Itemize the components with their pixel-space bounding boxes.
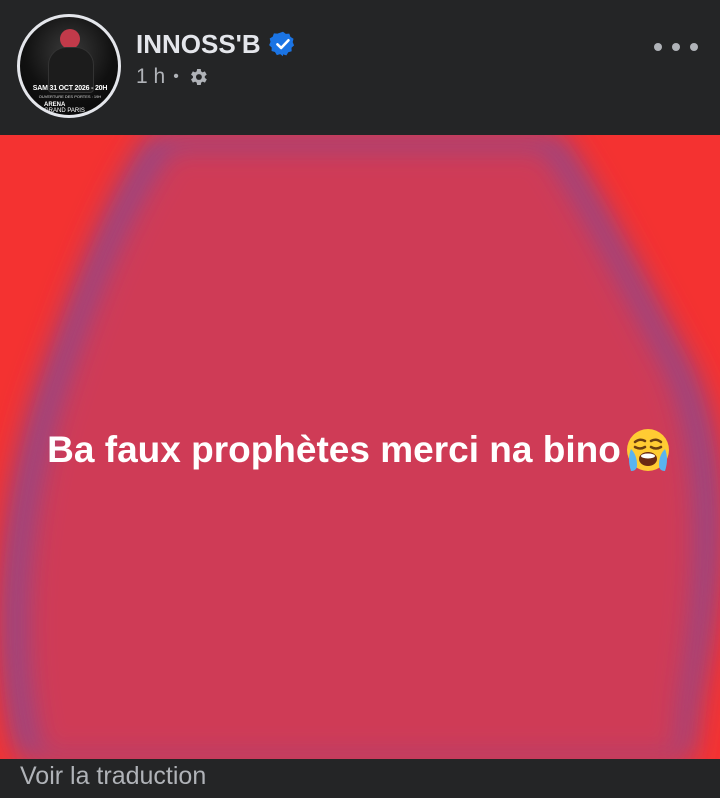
post-text-content: Ba faux prophètes merci na bino bbox=[47, 429, 621, 470]
more-dots-icon bbox=[654, 43, 662, 51]
more-options-button[interactable] bbox=[654, 34, 698, 60]
avatar-event-date: SAM 31 OCT 2026 - 20H bbox=[32, 85, 108, 92]
avatar-event-city: GRAND PARIS bbox=[44, 108, 85, 114]
gear-icon[interactable] bbox=[187, 66, 209, 88]
post-meta: 1 h • bbox=[136, 64, 209, 90]
avatar-figure-head bbox=[60, 29, 80, 49]
more-dots-icon bbox=[690, 43, 698, 51]
loudly-crying-face-icon bbox=[623, 425, 673, 475]
see-translation-link[interactable]: Voir la traduction bbox=[20, 762, 206, 791]
post-timestamp[interactable]: 1 h bbox=[136, 65, 165, 89]
avatar-event-doors: OUVERTURE DES PORTES : 19H bbox=[38, 94, 102, 99]
more-dots-icon bbox=[672, 43, 680, 51]
author-name-row: INNOSS'B bbox=[136, 28, 297, 60]
post-card: SAM 31 OCT 2026 - 20H OUVERTURE DES PORT… bbox=[0, 0, 720, 798]
post-header: SAM 31 OCT 2026 - 20H OUVERTURE DES PORT… bbox=[0, 0, 720, 135]
post-content-background: Ba faux prophètes merci na bino bbox=[0, 135, 720, 759]
post-text: Ba faux prophètes merci na bino bbox=[0, 425, 720, 475]
author-name[interactable]: INNOSS'B bbox=[136, 29, 261, 60]
verified-badge-icon bbox=[268, 30, 297, 58]
author-avatar[interactable]: SAM 31 OCT 2026 - 20H OUVERTURE DES PORT… bbox=[17, 14, 121, 118]
meta-separator: • bbox=[173, 68, 179, 85]
